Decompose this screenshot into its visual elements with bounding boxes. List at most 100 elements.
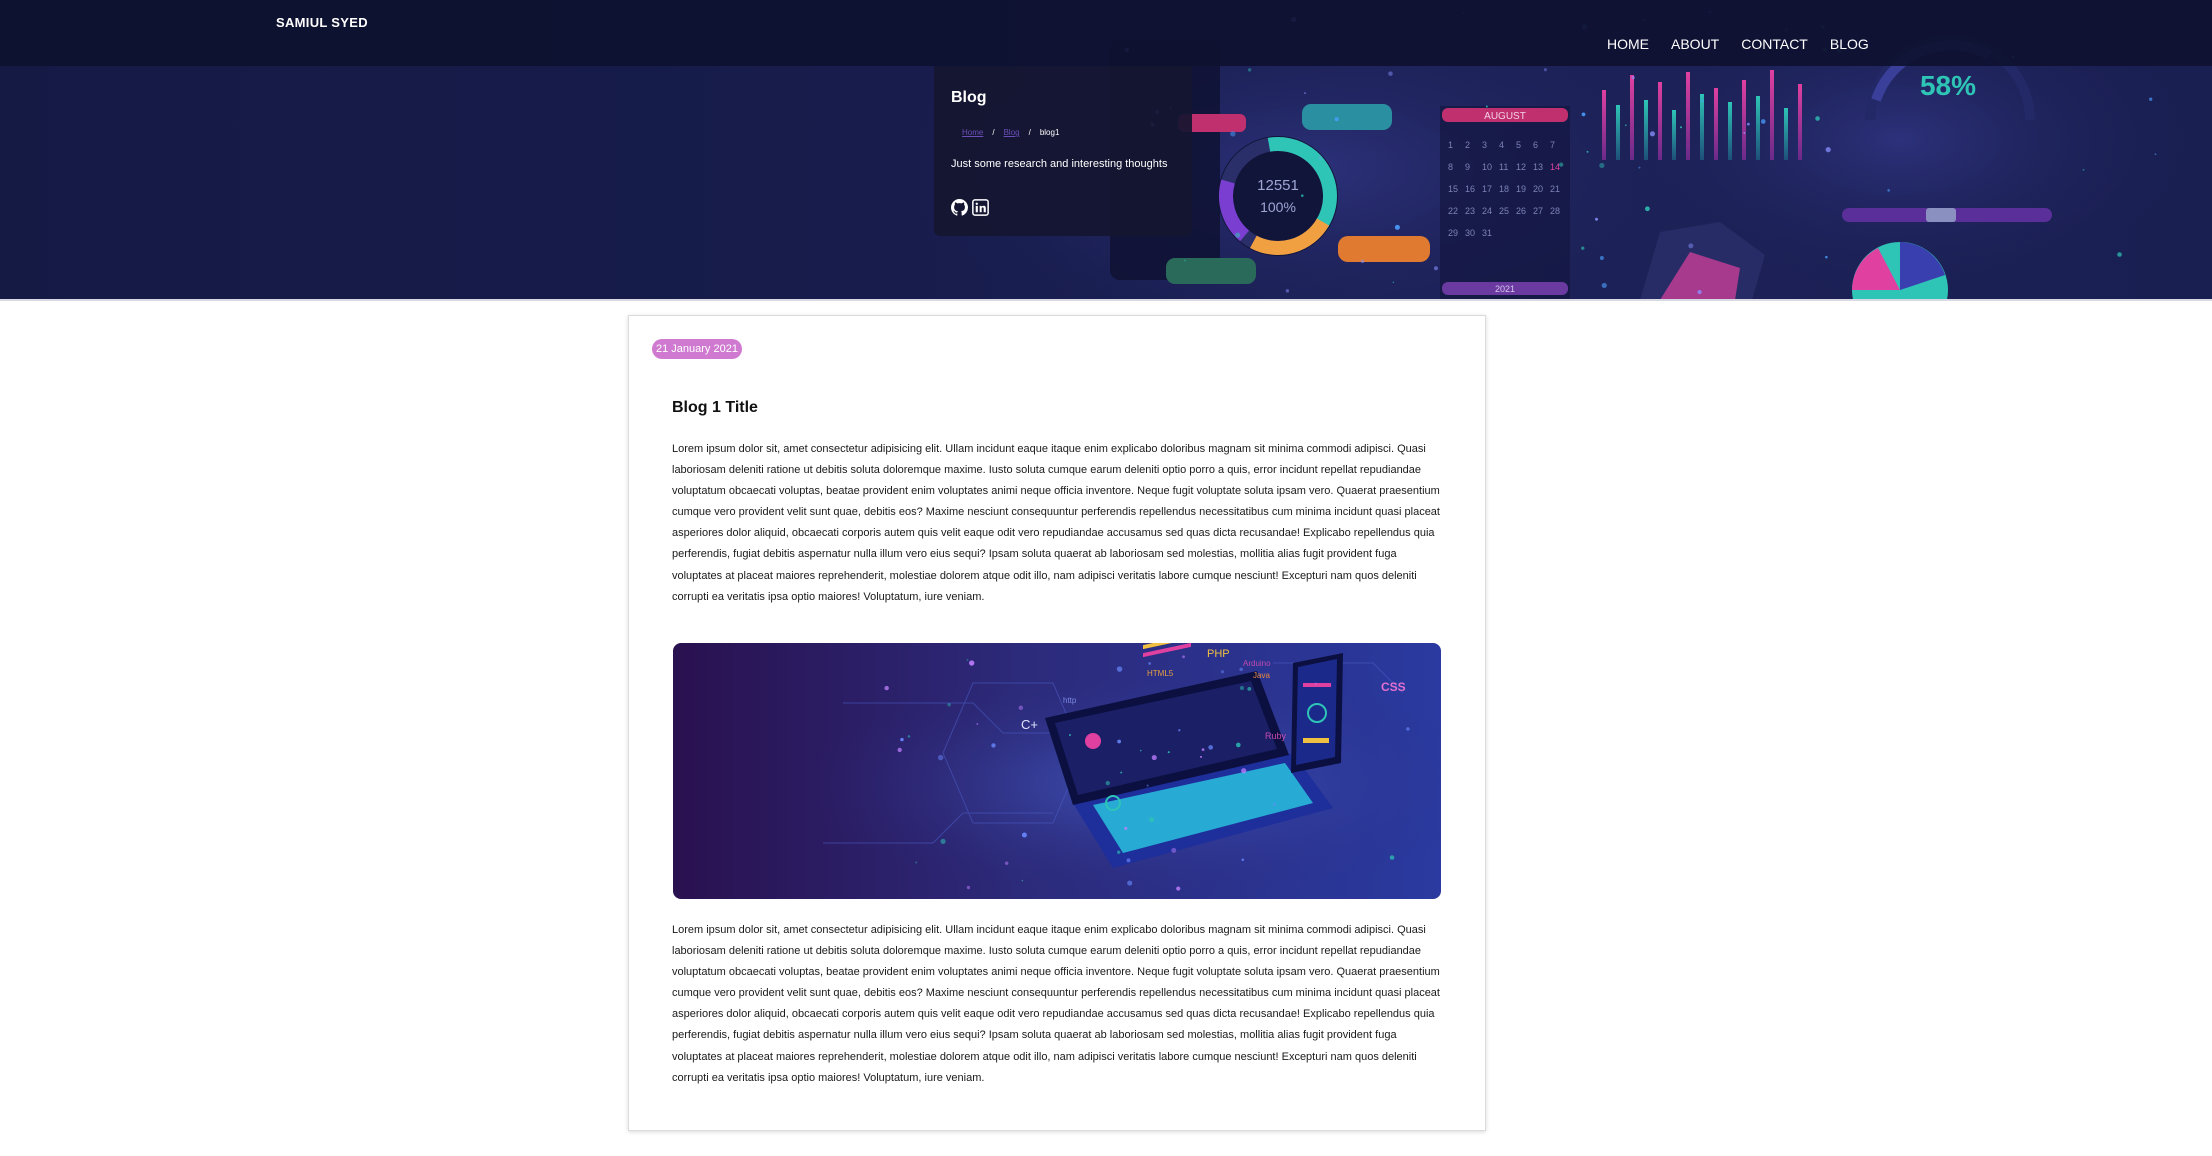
calendar-day: 21 bbox=[1550, 184, 1560, 194]
social-links bbox=[951, 199, 989, 216]
sparkle-dot bbox=[2149, 97, 2153, 101]
sparkle-dot bbox=[966, 659, 969, 661]
page-subtitle: Just some research and interesting thoug… bbox=[951, 158, 1168, 170]
sparkle-dot bbox=[1485, 105, 1488, 108]
svg-text:2021: 2021 bbox=[1495, 284, 1515, 294]
hero-banner: 12551 100% AUGUST 1 2 3 4 5 6 7 8 9 10 11 12 13 14 15 1… bbox=[0, 0, 2212, 300]
calendar-day: 31 bbox=[1482, 228, 1492, 238]
nav-contact-link[interactable]: CONTACT bbox=[1741, 36, 1808, 52]
sparkle-dot bbox=[1360, 259, 1365, 264]
sparkle-dot bbox=[1389, 855, 1395, 860]
sparkle-dot bbox=[1201, 748, 1205, 751]
sparkle-dot bbox=[1314, 682, 1317, 685]
hero-bar bbox=[1672, 110, 1676, 160]
sparkle-dot bbox=[1200, 755, 1203, 758]
nav-about-link[interactable]: ABOUT bbox=[1671, 36, 1719, 52]
sparkle-dot bbox=[1178, 729, 1181, 732]
sparkle-dot bbox=[1126, 858, 1131, 863]
calendar-day: 11 bbox=[1499, 162, 1508, 172]
post-hero-image: PHP HTML5 Arduino Java CSS C+ Ruby http bbox=[673, 643, 1441, 899]
brand-logo[interactable]: SAMIUL SYED bbox=[276, 15, 368, 30]
sparkle-dot bbox=[1586, 150, 1589, 153]
sparkle-dot bbox=[1679, 126, 1682, 129]
sparkle-dot bbox=[1247, 686, 1252, 691]
linkedin-icon[interactable] bbox=[972, 199, 989, 216]
sparkle-dot bbox=[1625, 124, 1627, 127]
svg-text:Ruby: Ruby bbox=[1265, 731, 1287, 741]
hero-bar bbox=[1756, 96, 1760, 160]
sparkle-dot bbox=[1638, 166, 1641, 169]
github-icon[interactable] bbox=[951, 199, 968, 216]
sparkle-dot bbox=[1887, 189, 1890, 192]
sparkle-dot bbox=[1760, 119, 1766, 124]
sparkle-dot bbox=[1235, 742, 1241, 748]
sparkle-dot bbox=[991, 743, 996, 748]
svg-text:C+: C+ bbox=[1021, 717, 1038, 732]
sparkle-dot bbox=[1599, 255, 1604, 260]
sparkle-dot bbox=[897, 747, 902, 753]
calendar-day: 23 bbox=[1465, 206, 1475, 216]
svg-text:http: http bbox=[1063, 696, 1077, 705]
calendar-day: 3 bbox=[1482, 140, 1487, 150]
svg-text:Arduino: Arduino bbox=[1243, 659, 1271, 668]
breadcrumb-separator: / bbox=[1028, 128, 1031, 137]
calendar-day: 22 bbox=[1448, 206, 1458, 216]
sparkle-dot bbox=[1239, 685, 1245, 691]
calendar-day: 25 bbox=[1499, 206, 1509, 216]
calendar-day: 9 bbox=[1465, 162, 1470, 172]
nav-blog-link[interactable]: BLOG bbox=[1830, 36, 1869, 52]
sparkle-dot bbox=[1559, 162, 1564, 167]
svg-text:CSS: CSS bbox=[1381, 680, 1406, 694]
calendar-day: 19 bbox=[1516, 184, 1526, 194]
breadcrumb: Home / Blog / blog1 bbox=[962, 128, 1059, 137]
page-title: Blog bbox=[951, 89, 987, 106]
calendar-day: 15 bbox=[1448, 184, 1458, 194]
hero-bar bbox=[1602, 90, 1606, 160]
blog-post-card: 21 January 2021 Blog 1 Title Lorem ipsum… bbox=[628, 315, 1486, 1131]
calendar-day: 7 bbox=[1550, 140, 1555, 150]
sparkle-dot bbox=[1599, 162, 1605, 169]
sparkle-dot bbox=[2154, 153, 2157, 156]
sparkle-dot bbox=[1285, 289, 1290, 293]
calendar-day: 1 bbox=[1448, 140, 1453, 150]
sparkle-dot bbox=[1601, 282, 1607, 289]
breadcrumb-current: blog1 bbox=[1039, 128, 1060, 137]
sparkle-dot bbox=[1595, 217, 1599, 221]
sparkle-dot bbox=[1235, 232, 1241, 238]
hero-bar bbox=[1644, 100, 1648, 160]
sparkle-dot bbox=[1388, 71, 1393, 76]
hero-bar bbox=[1686, 72, 1690, 160]
calendar-day: 5 bbox=[1516, 140, 1521, 150]
hero-info-card: Blog Home / Blog / blog1 Just some resea… bbox=[934, 66, 1192, 236]
sparkle-dot bbox=[937, 754, 944, 761]
calendar-day: 26 bbox=[1516, 206, 1526, 216]
sparkle-dot bbox=[1433, 266, 1438, 271]
svg-text:AUGUST: AUGUST bbox=[1484, 111, 1526, 122]
sparkle-dot bbox=[907, 735, 911, 738]
calendar-day: 29 bbox=[1448, 228, 1458, 238]
sparkle-dot bbox=[947, 703, 951, 707]
sparkle-dot bbox=[1273, 803, 1276, 806]
calendar-day: 13 bbox=[1533, 162, 1543, 172]
breadcrumb-home-link[interactable]: Home bbox=[962, 128, 983, 137]
svg-text:Java: Java bbox=[1253, 671, 1270, 680]
calendar-day: 24 bbox=[1482, 206, 1492, 216]
sparkle-dot bbox=[1220, 670, 1225, 674]
sparkle-dot bbox=[2082, 168, 2085, 171]
sparkle-dot bbox=[1394, 224, 1400, 230]
sparkle-dot bbox=[1247, 68, 1252, 72]
sparkle-dot bbox=[900, 737, 904, 742]
sparkle-dot bbox=[1208, 745, 1213, 750]
sparkle-dot bbox=[1581, 246, 1585, 250]
sparkle-dot bbox=[1127, 880, 1133, 886]
calendar-day: 6 bbox=[1533, 140, 1538, 150]
sparkle-dot bbox=[1068, 734, 1071, 736]
hero-bar bbox=[1700, 94, 1704, 160]
calendar-day: 18 bbox=[1499, 184, 1509, 194]
sparkle-dot bbox=[1124, 826, 1128, 830]
breadcrumb-blog-link[interactable]: Blog bbox=[1004, 128, 1020, 137]
breadcrumb-separator: / bbox=[992, 128, 995, 137]
nav-home-link[interactable]: HOME bbox=[1607, 36, 1649, 52]
sparkle-dot bbox=[1117, 850, 1121, 854]
sparkle-dot bbox=[1649, 131, 1656, 137]
